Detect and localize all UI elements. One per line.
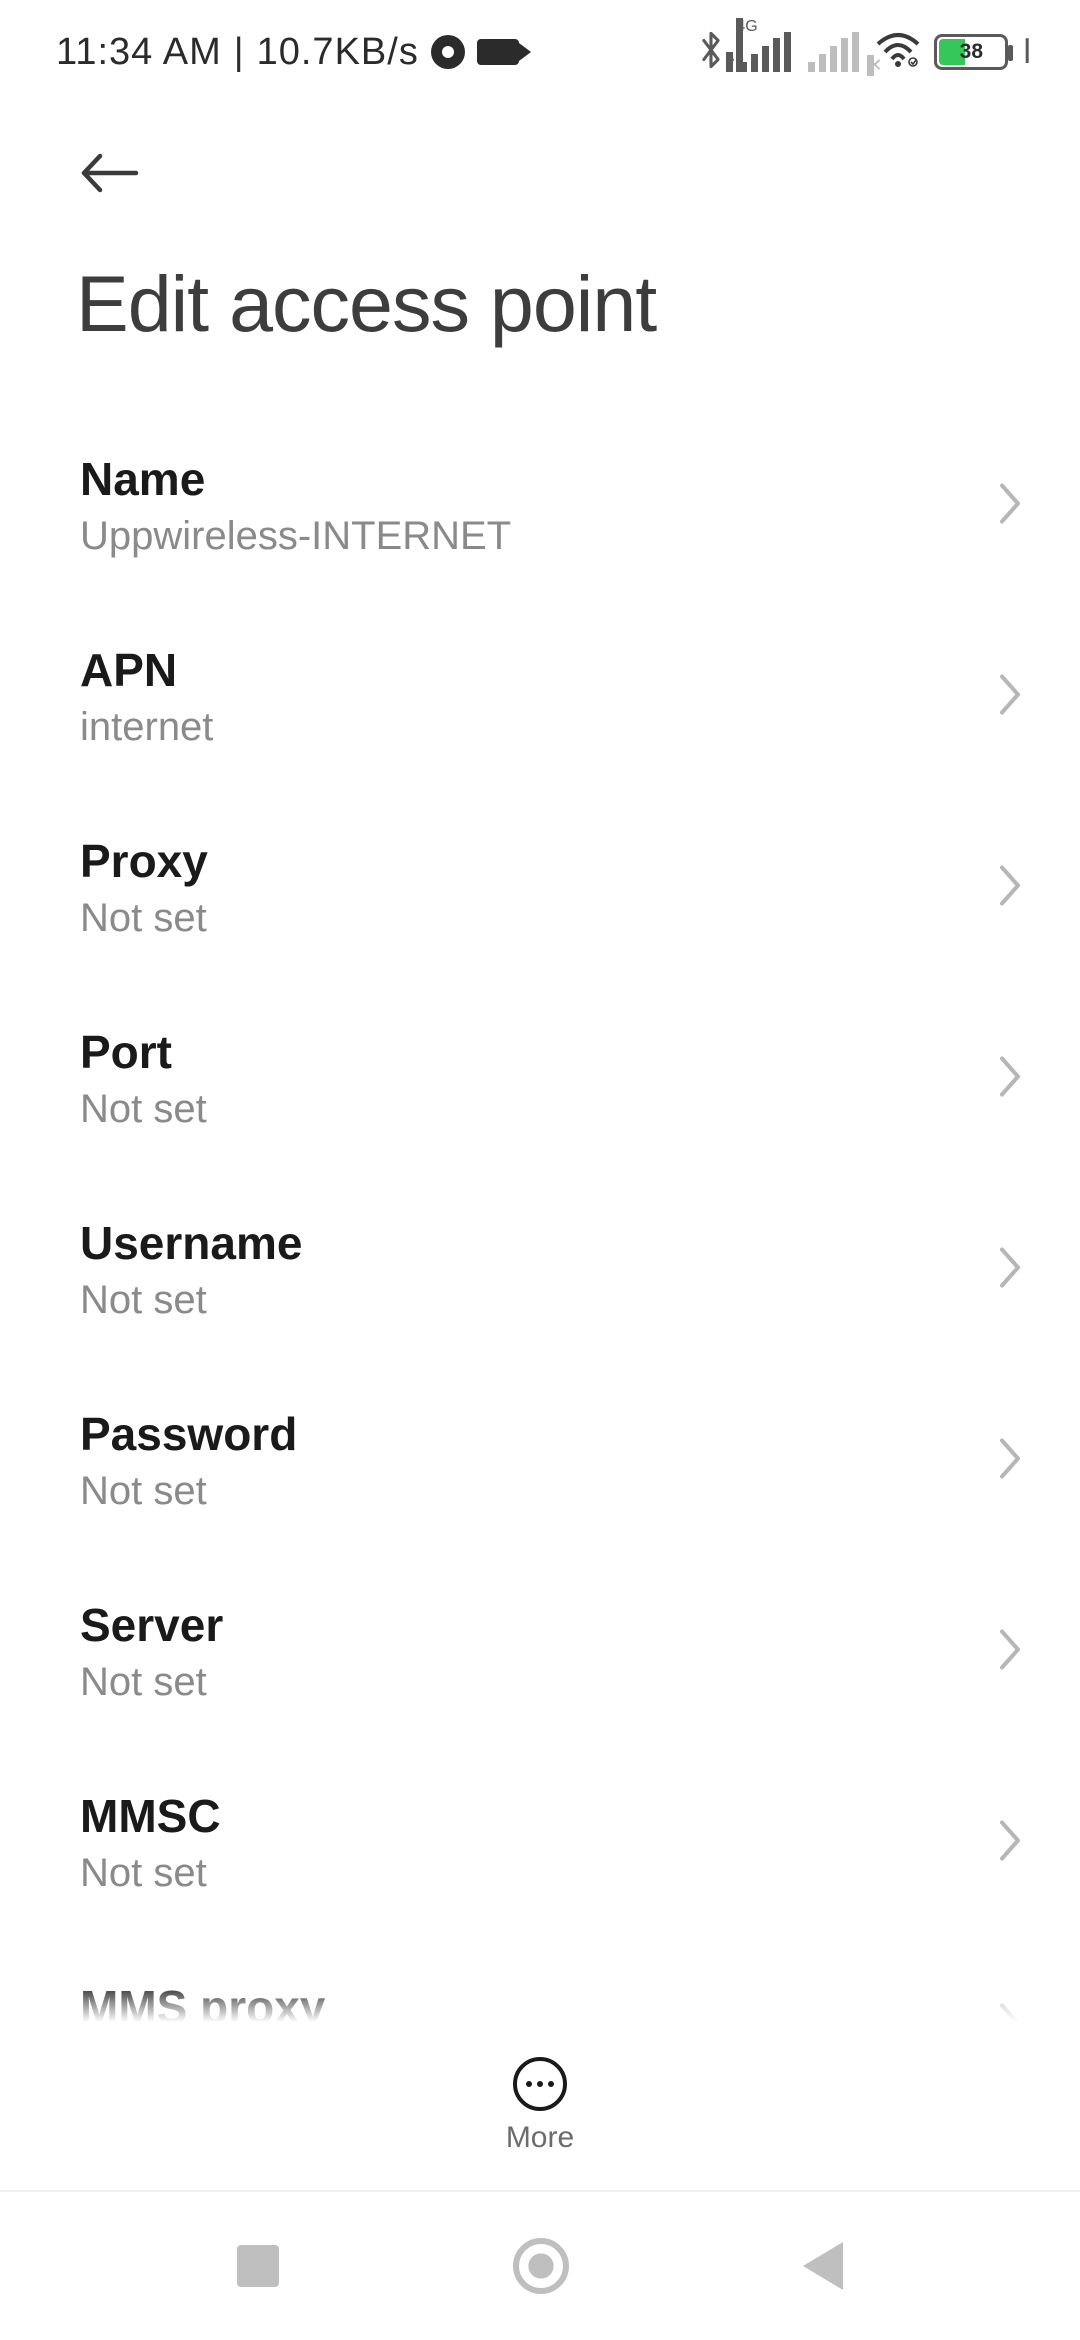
- bluetooth-icon: [696, 31, 726, 74]
- chevron-right-icon: [998, 1245, 1024, 1294]
- item-mmsc[interactable]: MMSC Not set: [0, 1747, 1080, 1938]
- status-bar: 11:34 AM | 10.7KB/s 4G ▾ ✕ 38 𐌠: [0, 0, 1080, 104]
- item-value: internet: [80, 705, 984, 750]
- battery-icon: 38: [934, 34, 1008, 70]
- signal-sim1-icon: 4G ▾: [740, 32, 794, 72]
- chevron-right-icon: [998, 1627, 1024, 1676]
- item-value: Not set: [80, 1278, 984, 1323]
- chevron-right-icon: [998, 1436, 1024, 1485]
- system-nav-bar: [0, 2192, 1080, 2340]
- item-value: Not set: [80, 1469, 984, 1514]
- item-username[interactable]: Username Not set: [0, 1174, 1080, 1365]
- status-net-speed: 10.7KB/s: [257, 31, 419, 74]
- item-password[interactable]: Password Not set: [0, 1365, 1080, 1556]
- item-label: APN: [80, 643, 984, 697]
- chevron-right-icon: [998, 481, 1024, 530]
- back-button[interactable]: [76, 148, 144, 203]
- item-value: Not set: [80, 1087, 984, 1132]
- item-label: Username: [80, 1216, 984, 1270]
- settings-list: Name Uppwireless-INTERNET APN internet P…: [0, 410, 1080, 2110]
- nav-recents-button[interactable]: [237, 2245, 279, 2287]
- chevron-right-icon: [998, 672, 1024, 721]
- more-button[interactable]: [513, 2057, 567, 2111]
- item-name[interactable]: Name Uppwireless-INTERNET: [0, 410, 1080, 601]
- nav-home-button[interactable]: [513, 2238, 569, 2294]
- item-label: Password: [80, 1407, 984, 1461]
- chevron-right-icon: [998, 1054, 1024, 1103]
- chevron-right-icon: [998, 1818, 1024, 1867]
- item-label: Port: [80, 1025, 984, 1079]
- item-value: Not set: [80, 1660, 984, 1705]
- item-label: Server: [80, 1598, 984, 1652]
- charging-icon: 𐌠: [1022, 32, 1032, 72]
- item-port[interactable]: Port Not set: [0, 983, 1080, 1174]
- item-value: Not set: [80, 896, 984, 941]
- item-label: Name: [80, 452, 984, 506]
- video-camera-icon: [477, 39, 519, 65]
- status-time: 11:34 AM: [56, 31, 222, 74]
- nav-back-button[interactable]: [803, 2242, 843, 2290]
- wifi-icon: [876, 32, 920, 73]
- item-label: Proxy: [80, 834, 984, 888]
- more-label: More: [506, 2121, 574, 2155]
- item-value: Uppwireless-INTERNET: [80, 514, 984, 559]
- item-value: Not set: [80, 1851, 984, 1896]
- bottom-action-bar: More: [0, 2022, 1080, 2192]
- item-apn[interactable]: APN internet: [0, 601, 1080, 792]
- signal-sim2-icon: ✕: [808, 32, 862, 72]
- page-title: Edit access point: [76, 258, 656, 350]
- chevron-right-icon: [998, 863, 1024, 912]
- item-proxy[interactable]: Proxy Not set: [0, 792, 1080, 983]
- settings-icon: [431, 35, 465, 69]
- item-server[interactable]: Server Not set: [0, 1556, 1080, 1747]
- status-separator: |: [234, 31, 245, 74]
- item-label: MMSC: [80, 1789, 984, 1843]
